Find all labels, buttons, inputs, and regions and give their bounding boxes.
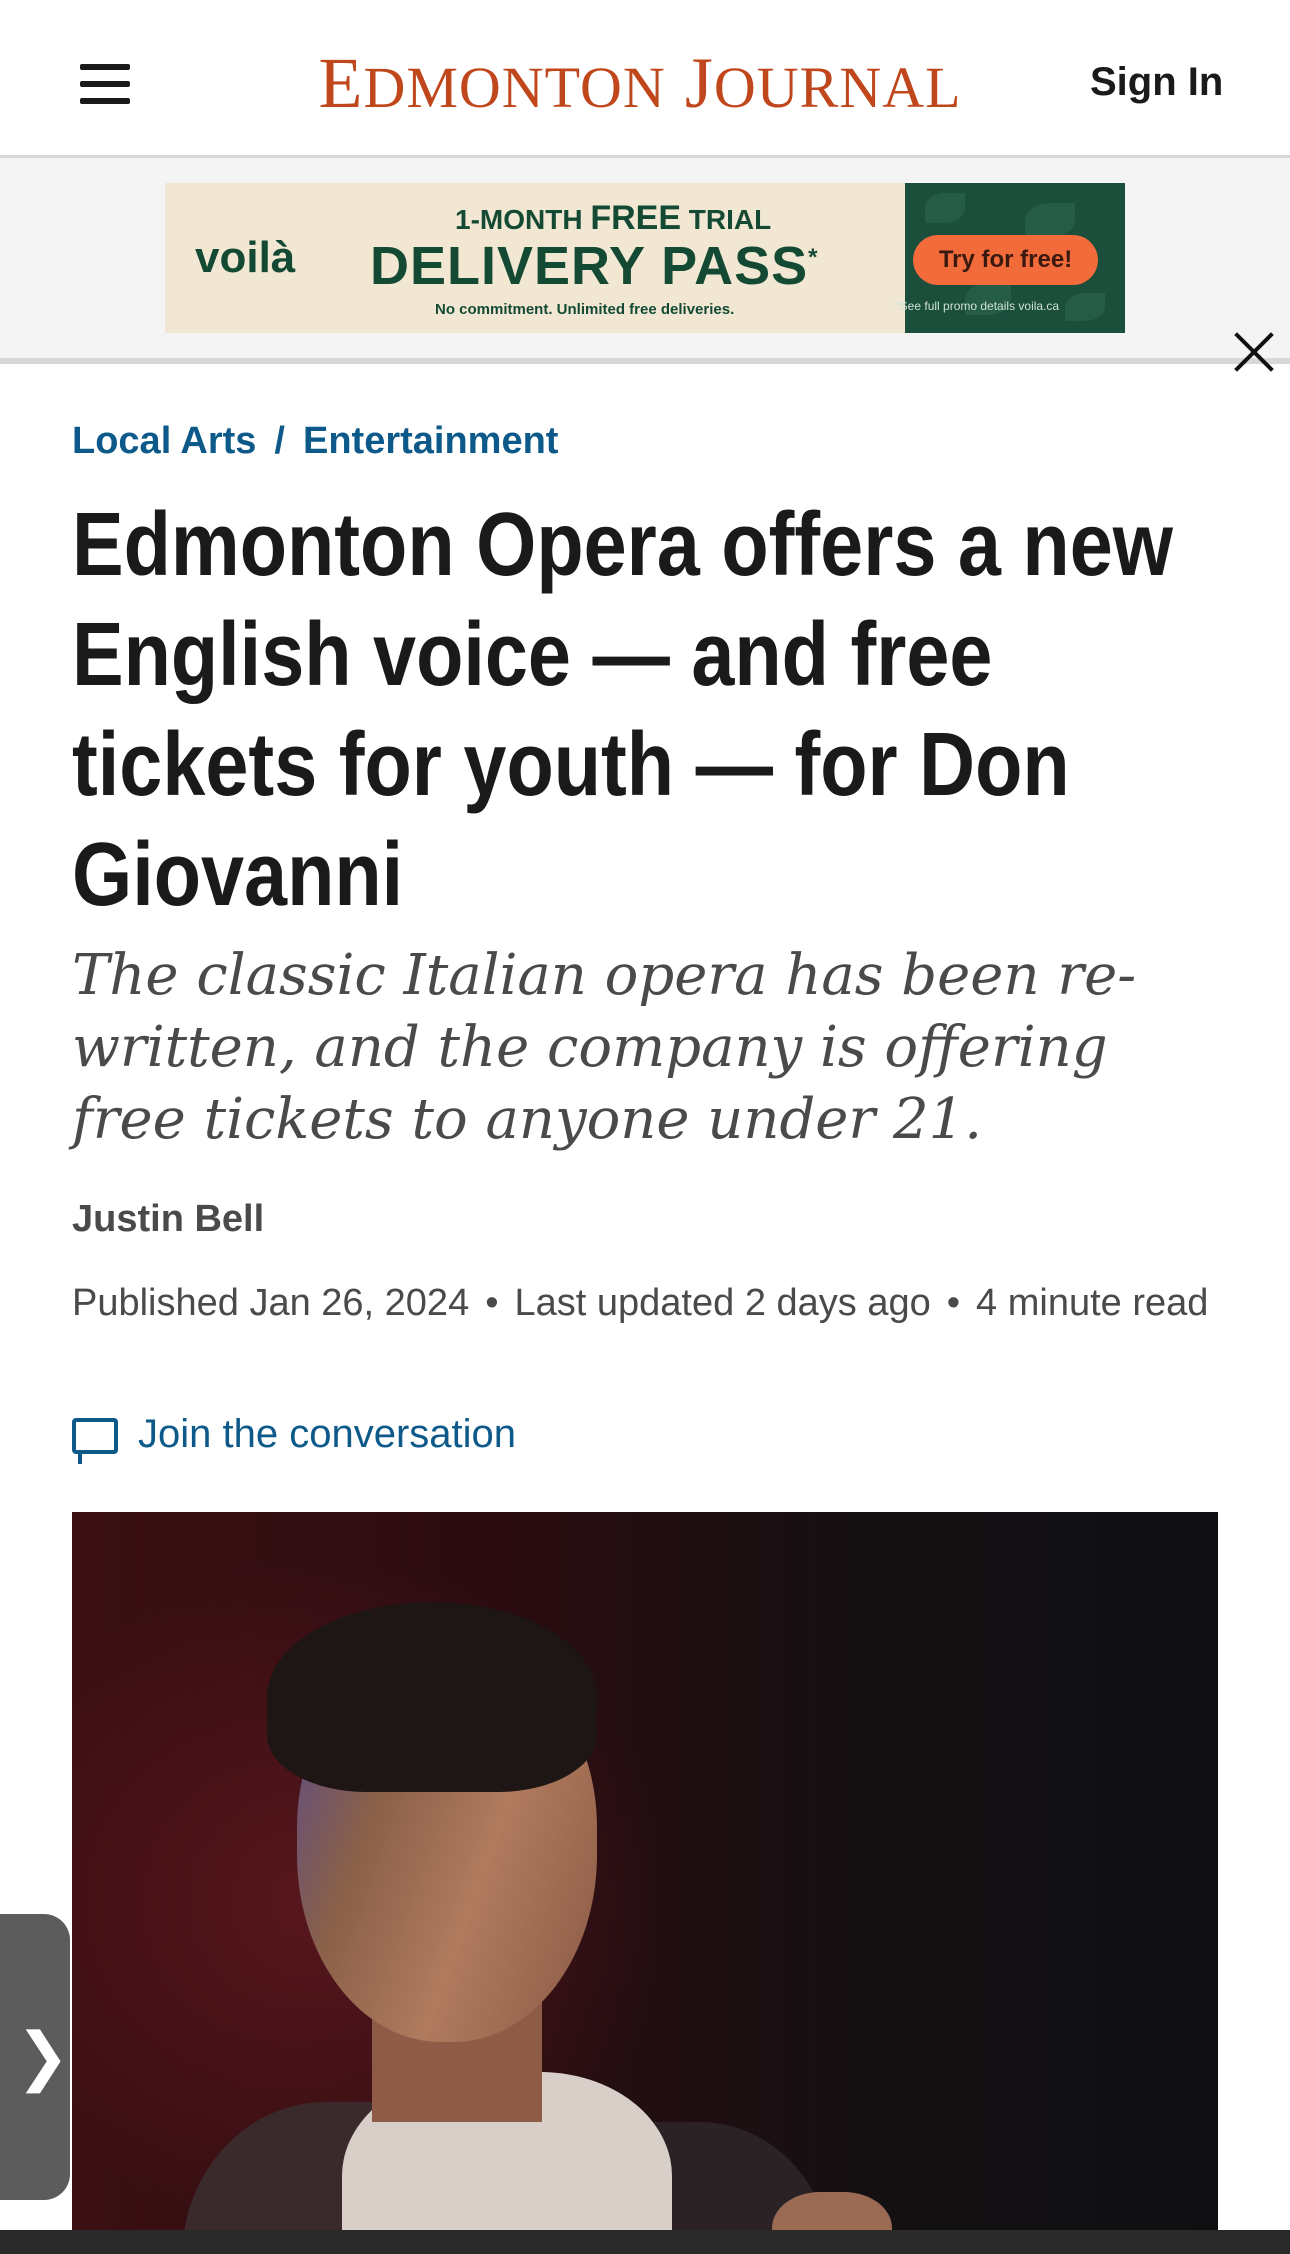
- hamburger-menu-icon[interactable]: [80, 64, 130, 104]
- sign-in-link[interactable]: Sign In: [1090, 60, 1223, 105]
- breadcrumb: Local Arts / Entertainment: [72, 420, 558, 463]
- breadcrumb-separator: /: [274, 420, 285, 462]
- article-hero-image[interactable]: [72, 1512, 1218, 2254]
- article-meta: Published Jan 26, 2024 • Last updated 2 da…: [72, 1282, 1209, 1324]
- published-date: Published Jan 26, 2024: [72, 1282, 470, 1324]
- comment-icon: [72, 1418, 118, 1464]
- ad-subline: No commitment. Unlimited free deliveries…: [435, 301, 735, 318]
- read-time: 4 minute read: [976, 1282, 1209, 1324]
- ad-fine-print: *See full promo details voila.ca: [895, 299, 1060, 313]
- ad-cta-button[interactable]: Try for free!: [913, 235, 1098, 285]
- side-drawer-tab[interactable]: ❯: [0, 1914, 70, 2200]
- article-headline: Edmonton Opera offers a new English voic…: [72, 495, 1173, 925]
- article-deck: The classic Italian opera has been re-wr…: [72, 943, 1137, 1152]
- bottom-bar: [0, 2230, 1290, 2254]
- site-header: EDMONTON JOURNAL Sign In: [0, 0, 1290, 158]
- ad-banner[interactable]: voilà 1-MONTH FREE TRIAL DELIVERY PASS* …: [165, 183, 1125, 333]
- ad-brand: voilà: [195, 233, 296, 282]
- chevron-right-icon: ❯: [16, 2020, 70, 2092]
- breadcrumb-local-arts[interactable]: Local Arts: [72, 420, 256, 462]
- breadcrumb-entertainment[interactable]: Entertainment: [303, 420, 558, 462]
- site-logo[interactable]: EDMONTON JOURNAL: [290, 38, 990, 133]
- ad-headline: DELIVERY PASS*: [370, 236, 819, 296]
- join-conversation-label: Join the conversation: [138, 1412, 517, 1456]
- last-updated: Last updated 2 days ago: [514, 1282, 931, 1324]
- author-name[interactable]: Justin Bell: [72, 1198, 264, 1241]
- close-icon[interactable]: [1232, 330, 1276, 374]
- ad-top-line: 1-MONTH FREE TRIAL: [455, 199, 772, 237]
